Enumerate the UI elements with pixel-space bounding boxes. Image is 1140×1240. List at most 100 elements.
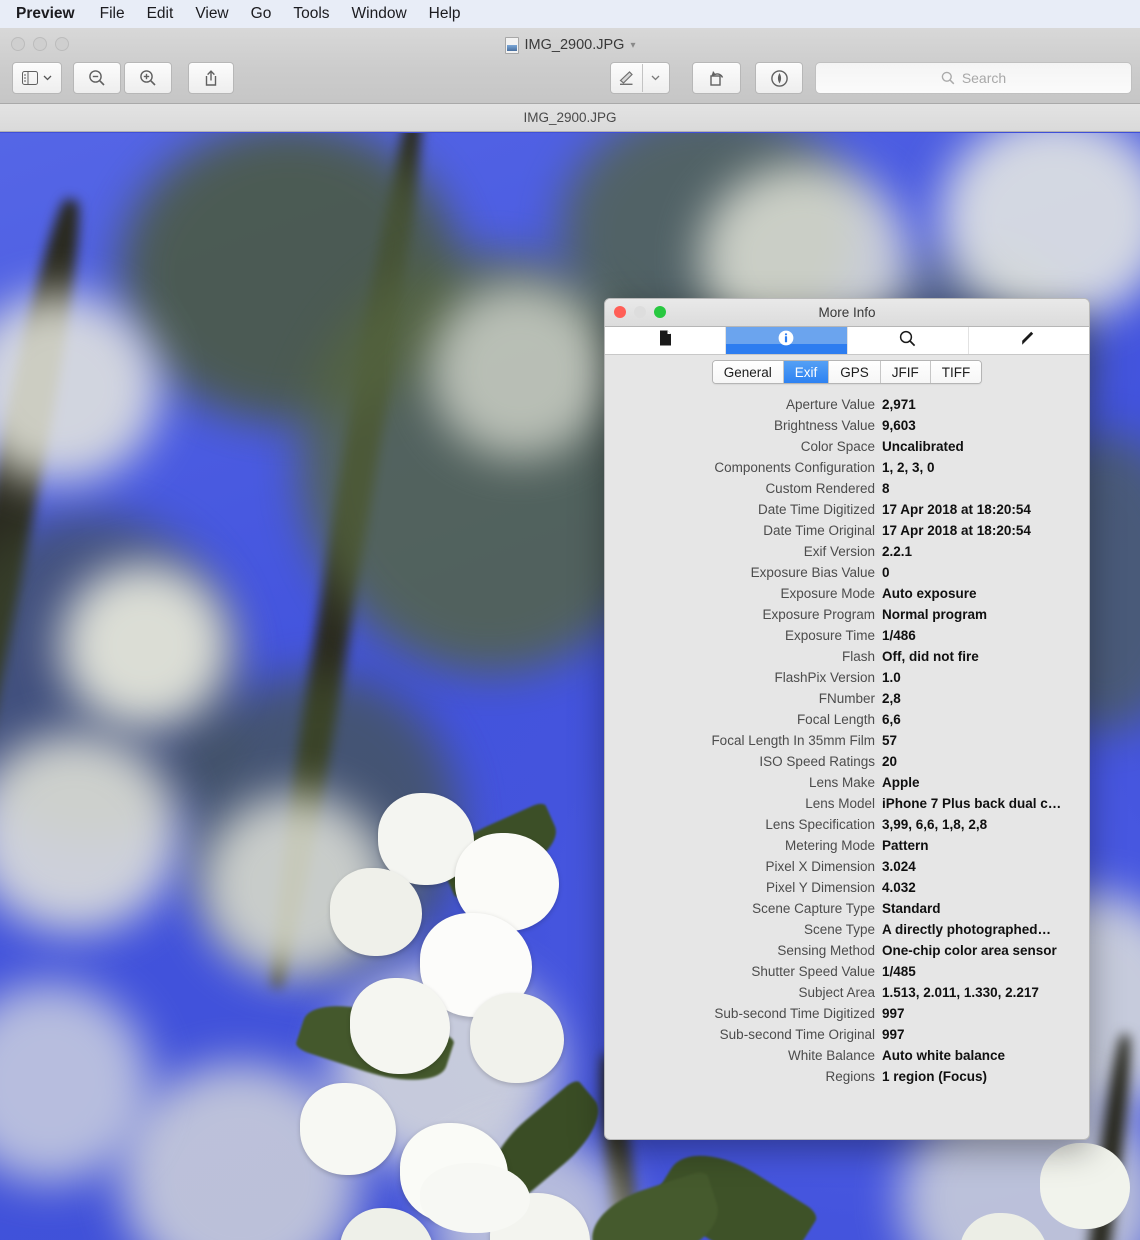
exif-row-value: iPhone 7 Plus back dual c… xyxy=(882,796,1061,811)
document-icon xyxy=(505,37,519,54)
exif-row-value: A directly photographed… xyxy=(882,922,1051,937)
more-info-panel[interactable]: More Info xyxy=(604,298,1090,1140)
zoom-out-icon xyxy=(88,69,106,87)
menu-item-preview[interactable]: Preview xyxy=(12,0,89,28)
rotate-button[interactable] xyxy=(692,62,741,94)
window-title-text[interactable]: IMG_2900.JPG xyxy=(525,37,625,53)
subtab-general[interactable]: General xyxy=(713,361,784,383)
exif-row-label: Focal Length xyxy=(605,712,882,727)
more-info-close-button[interactable] xyxy=(614,306,626,318)
exif-row: Components Configuration1, 2, 3, 0 xyxy=(605,460,1089,481)
exif-row-label: Pixel X Dimension xyxy=(605,859,882,874)
exif-row-value: 20 xyxy=(882,754,897,769)
exif-row-value: 1 region (Focus) xyxy=(882,1069,987,1084)
exif-row: Aperture Value2,971 xyxy=(605,397,1089,418)
exif-row: Exposure Bias Value0 xyxy=(605,565,1089,586)
exif-row: Focal Length In 35mm Film57 xyxy=(605,733,1089,754)
menu-item-view[interactable]: View xyxy=(184,0,239,28)
search-input[interactable]: Search xyxy=(962,70,1006,86)
zoom-out-button[interactable] xyxy=(73,62,121,94)
exif-row-value: 9,603 xyxy=(882,418,916,433)
menu-item-window[interactable]: Window xyxy=(341,0,418,28)
toolbar: Search xyxy=(0,58,1140,102)
exif-row-value: 4.032 xyxy=(882,880,916,895)
tab-search[interactable] xyxy=(848,327,969,354)
exif-row-label: Regions xyxy=(605,1069,882,1084)
menu-item-help[interactable]: Help xyxy=(418,0,472,28)
more-info-subtabs: General Exif GPS JFIF TIFF xyxy=(605,355,1089,389)
exif-row: FlashPix Version1.0 xyxy=(605,670,1089,691)
markup-pen-icon xyxy=(618,70,635,86)
menu-bar: Preview File Edit View Go Tools Window H… xyxy=(0,0,1140,28)
exif-row: Pixel Y Dimension4.032 xyxy=(605,880,1089,901)
exif-row: Lens MakeApple xyxy=(605,775,1089,796)
exif-row: Exif Version2.2.1 xyxy=(605,544,1089,565)
exif-row-label: Custom Rendered xyxy=(605,481,882,496)
exif-row-value: Standard xyxy=(882,901,941,916)
sidebar-icon xyxy=(22,71,38,85)
menu-item-edit[interactable]: Edit xyxy=(136,0,185,28)
tab-info[interactable] xyxy=(726,327,847,354)
exif-row-value: Apple xyxy=(882,775,920,790)
zoom-in-button[interactable] xyxy=(124,62,172,94)
more-info-minimize-button[interactable] xyxy=(634,306,646,318)
zoom-in-icon xyxy=(139,69,157,87)
exif-row-value: 2,971 xyxy=(882,397,916,412)
exif-row-value: 2,8 xyxy=(882,691,901,706)
share-icon xyxy=(203,69,219,87)
tab-edit[interactable] xyxy=(969,327,1089,354)
exif-row-value: 17 Apr 2018 at 18:20:54 xyxy=(882,502,1031,517)
exif-property-list: Aperture Value2,971Brightness Value9,603… xyxy=(605,389,1089,1090)
pencil-icon xyxy=(1020,330,1037,352)
subtab-exif[interactable]: Exif xyxy=(784,361,830,383)
subtab-tiff[interactable]: TIFF xyxy=(931,361,982,383)
exif-row-label: Brightness Value xyxy=(605,418,882,433)
chevron-down-icon[interactable]: ▾ xyxy=(630,40,635,51)
search-field[interactable]: Search xyxy=(815,62,1132,94)
exif-row: Scene TypeA directly photographed… xyxy=(605,922,1089,943)
exif-category-segmented-control[interactable]: General Exif GPS JFIF TIFF xyxy=(712,360,983,384)
menu-item-go[interactable]: Go xyxy=(240,0,283,28)
exif-row-label: Flash xyxy=(605,649,882,664)
exif-row: Shutter Speed Value1/485 xyxy=(605,964,1089,985)
exif-row-value: 1.0 xyxy=(882,670,901,685)
exif-row-value: 1.513, 2.011, 1.330, 2.217 xyxy=(882,985,1039,1000)
search-icon xyxy=(941,71,955,85)
preview-window: IMG_2900.JPG ▾ xyxy=(0,28,1140,1240)
exif-row-label: Date Time Digitized xyxy=(605,502,882,517)
document-icon xyxy=(659,330,672,351)
exif-row: Metering ModePattern xyxy=(605,838,1089,859)
exif-row-value: 997 xyxy=(882,1006,905,1021)
exif-row-value: 2.2.1 xyxy=(882,544,912,559)
share-button[interactable] xyxy=(188,62,234,94)
exif-row: Regions1 region (Focus) xyxy=(605,1069,1089,1090)
exif-row-label: Sub-second Time Digitized xyxy=(605,1006,882,1021)
exif-row-label: FlashPix Version xyxy=(605,670,882,685)
tab-document[interactable] xyxy=(605,327,726,354)
exif-row-label: Scene Capture Type xyxy=(605,901,882,916)
exif-row: Brightness Value9,603 xyxy=(605,418,1089,439)
menu-item-file[interactable]: File xyxy=(89,0,136,28)
exif-row-label: Pixel Y Dimension xyxy=(605,880,882,895)
subtab-gps[interactable]: GPS xyxy=(829,361,881,383)
exif-row-value: 57 xyxy=(882,733,897,748)
exif-row: Scene Capture TypeStandard xyxy=(605,901,1089,922)
rotate-left-icon xyxy=(708,69,726,87)
markup-button[interactable] xyxy=(610,62,670,94)
exif-row-label: Metering Mode xyxy=(605,838,882,853)
exif-row-value: 0 xyxy=(882,565,890,580)
exif-row-value: Pattern xyxy=(882,838,929,853)
exif-row-label: Exposure Bias Value xyxy=(605,565,882,580)
annotate-button[interactable] xyxy=(755,62,803,94)
exif-row: Exposure ModeAuto exposure xyxy=(605,586,1089,607)
exif-row: Lens Specification3,99, 6,6, 1,8, 2,8 xyxy=(605,817,1089,838)
search-icon xyxy=(899,330,916,352)
more-info-titlebar: More Info xyxy=(605,299,1089,327)
more-info-zoom-button[interactable] xyxy=(654,306,666,318)
subtab-jfif[interactable]: JFIF xyxy=(881,361,931,383)
menu-item-tools[interactable]: Tools xyxy=(282,0,340,28)
exif-row: Exposure Time1/486 xyxy=(605,628,1089,649)
sidebar-button[interactable] xyxy=(12,62,62,94)
exif-row-label: Exposure Mode xyxy=(605,586,882,601)
exif-row-value: 1, 2, 3, 0 xyxy=(882,460,935,475)
